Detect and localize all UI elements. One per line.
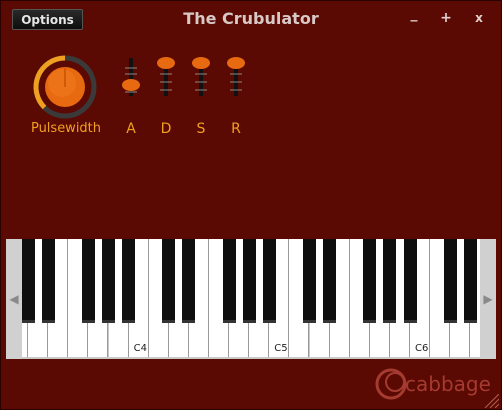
black-key[interactable] bbox=[403, 239, 417, 323]
black-key[interactable] bbox=[363, 239, 377, 323]
plugin-window: Options The Crubulator _ + x Pulsewidth bbox=[0, 0, 502, 410]
black-key[interactable] bbox=[262, 239, 276, 323]
black-key[interactable] bbox=[182, 239, 196, 323]
black-key[interactable] bbox=[81, 239, 95, 323]
black-key[interactable] bbox=[443, 239, 457, 323]
attack-slider[interactable] bbox=[120, 56, 142, 98]
black-key[interactable] bbox=[22, 239, 35, 323]
black-key[interactable] bbox=[383, 239, 397, 323]
keyboard-keys: C4 C5 C6 bbox=[22, 239, 480, 359]
scroll-right-arrow-icon[interactable]: ▶ bbox=[480, 239, 496, 359]
black-key[interactable] bbox=[303, 239, 316, 323]
release-slider[interactable] bbox=[225, 56, 247, 98]
midi-keyboard[interactable]: ◀ C4 C5 C6 ▶ bbox=[6, 239, 496, 359]
resize-grip-icon[interactable] bbox=[481, 393, 500, 409]
black-key[interactable] bbox=[222, 239, 236, 323]
logo-text: cabbage bbox=[405, 372, 491, 396]
octave-label: C4 bbox=[133, 343, 147, 354]
options-button[interactable]: Options bbox=[12, 9, 83, 30]
pulsewidth-knob[interactable] bbox=[29, 53, 101, 121]
close-button[interactable]: x bbox=[470, 9, 488, 27]
knob-icon bbox=[33, 55, 97, 119]
black-key[interactable] bbox=[242, 239, 256, 323]
release-label: R bbox=[231, 121, 241, 137]
octave-label: C5 bbox=[274, 343, 288, 354]
title-bar[interactable]: Options The Crubulator _ + x bbox=[1, 1, 501, 35]
pulsewidth-label: Pulsewidth bbox=[30, 121, 102, 136]
decay-slider[interactable] bbox=[155, 56, 177, 98]
window-title: The Crubulator bbox=[183, 9, 319, 28]
octave-label: C6 bbox=[415, 343, 429, 354]
decay-label: D bbox=[160, 121, 172, 137]
minimize-button[interactable]: _ bbox=[405, 7, 423, 27]
black-key[interactable] bbox=[122, 239, 136, 323]
black-key[interactable] bbox=[463, 239, 477, 323]
sustain-slider[interactable] bbox=[190, 56, 212, 98]
black-key[interactable] bbox=[323, 239, 337, 323]
attack-label: A bbox=[126, 121, 136, 137]
sustain-label: S bbox=[196, 121, 206, 137]
scroll-left-arrow-icon[interactable]: ◀ bbox=[6, 239, 22, 359]
maximize-button[interactable]: + bbox=[437, 9, 455, 27]
cabbage-logo: cabbage bbox=[373, 366, 491, 402]
black-key[interactable] bbox=[102, 239, 115, 323]
black-key[interactable] bbox=[41, 239, 55, 323]
black-key[interactable] bbox=[162, 239, 176, 323]
